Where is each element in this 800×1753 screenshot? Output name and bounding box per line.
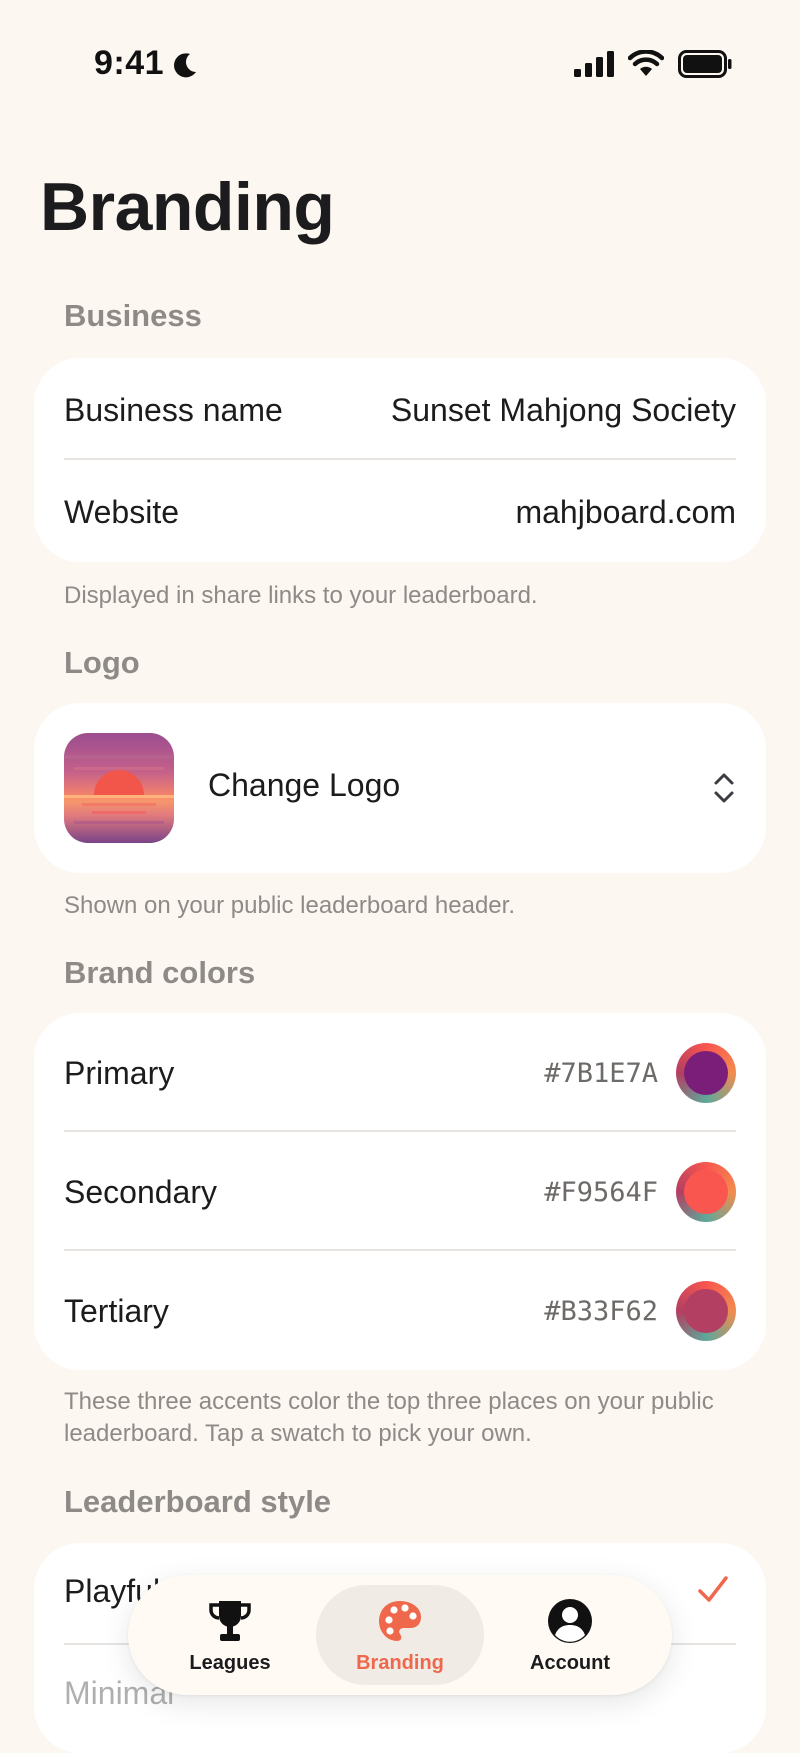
swatch-fill — [684, 1289, 728, 1333]
website-value[interactable]: mahjboard.com — [515, 494, 736, 531]
section-header-leaderboard-style: Leaderboard style — [64, 1484, 332, 1519]
brand-colors-card: Primary #7B1E7A Secondary #F9564F Tertia… — [34, 1013, 766, 1370]
color-hex-secondary: #F9564F — [544, 1176, 658, 1208]
tab-leagues[interactable]: Leagues — [146, 1585, 314, 1685]
color-hex-primary: #7B1E7A — [544, 1057, 658, 1089]
business-footnote: Displayed in share links to your leaderb… — [64, 582, 538, 609]
swatch-fill — [684, 1170, 728, 1214]
logo-footnote: Shown on your public leaderboard header. — [64, 892, 515, 919]
tab-label: Leagues — [189, 1651, 271, 1674]
color-label-secondary: Secondary — [64, 1173, 217, 1210]
divider — [64, 1130, 736, 1132]
battery-icon — [678, 50, 732, 78]
divider — [64, 458, 736, 460]
change-logo-label[interactable]: Change Logo — [208, 767, 400, 804]
cellular-signal-icon — [574, 51, 614, 77]
business-name-label: Business name — [64, 391, 283, 428]
trophy-icon — [209, 1600, 251, 1641]
website-row[interactable]: Website mahjboard.com — [64, 490, 736, 534]
tab-account[interactable]: Account — [486, 1585, 654, 1685]
business-card: Business name Sunset Mahjong Society Web… — [34, 358, 766, 562]
color-hex-tertiary: #B33F62 — [544, 1295, 658, 1327]
color-row-secondary[interactable]: Secondary #F9564F — [64, 1160, 736, 1224]
business-name-value[interactable]: Sunset Mahjong Society — [391, 392, 736, 429]
palette-icon — [379, 1600, 421, 1641]
color-row-tertiary[interactable]: Tertiary #B33F62 — [64, 1279, 736, 1343]
tab-bar: Leagues Branding Account — [128, 1575, 672, 1695]
moon-icon — [174, 53, 196, 78]
wifi-icon — [628, 50, 664, 76]
website-label: Website — [64, 493, 180, 530]
logo-image — [64, 733, 174, 843]
color-row-primary[interactable]: Primary #7B1E7A — [64, 1041, 736, 1105]
status-time: 9:41 — [94, 44, 165, 82]
section-header-logo: Logo — [64, 645, 140, 680]
logo-card[interactable]: Change Logo — [34, 703, 766, 873]
brand-colors-footnote: These three accents color the top three … — [64, 1388, 714, 1447]
status-bar: 9:41 — [0, 0, 800, 130]
tab-label: Branding — [356, 1651, 444, 1674]
business-name-row[interactable]: Business name Sunset Mahjong Society — [64, 388, 736, 432]
color-label-tertiary: Tertiary — [64, 1292, 169, 1329]
section-header-business: Business — [64, 298, 202, 333]
divider — [64, 1249, 736, 1251]
person-circle-icon — [548, 1598, 592, 1643]
chevron-up-down-icon — [714, 773, 734, 803]
color-swatch-tertiary[interactable] — [676, 1281, 736, 1341]
section-header-brand-colors: Brand colors — [64, 955, 256, 990]
tab-branding[interactable]: Branding — [316, 1585, 484, 1685]
color-label-primary: Primary — [64, 1054, 175, 1091]
tab-label: Account — [530, 1651, 610, 1674]
checkmark-icon — [698, 1576, 728, 1602]
color-swatch-primary[interactable] — [676, 1043, 736, 1103]
status-indicators — [574, 50, 732, 78]
color-swatch-secondary[interactable] — [676, 1162, 736, 1222]
swatch-fill — [684, 1051, 728, 1095]
page-title: Branding — [40, 169, 335, 245]
